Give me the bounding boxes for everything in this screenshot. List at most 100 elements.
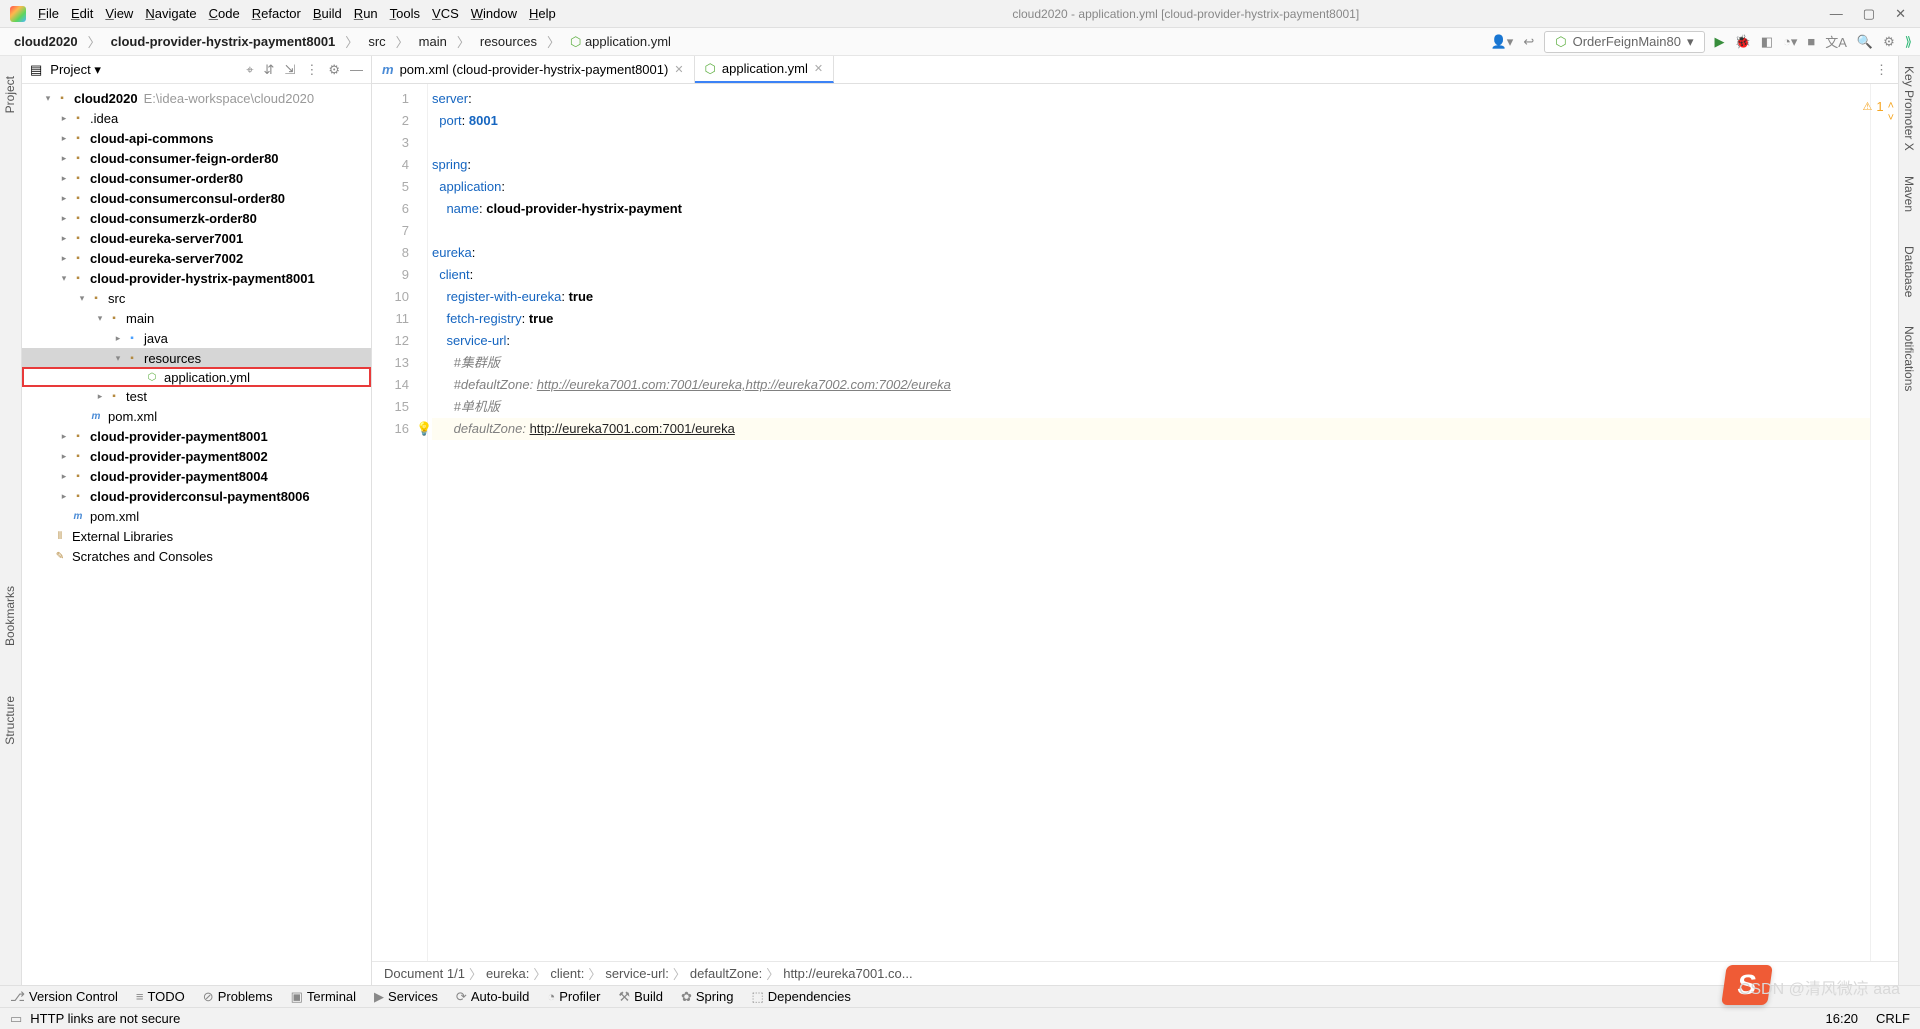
right-tab-notifications[interactable]: Notifications	[1902, 326, 1916, 391]
editor-crumb-item[interactable]: eureka:	[486, 966, 529, 981]
breadcrumb-item[interactable]: resources	[474, 34, 543, 49]
menu-tools[interactable]: Tools	[390, 6, 420, 21]
bottom-tool-spring[interactable]: ✿Spring	[681, 989, 733, 1005]
tab-close-icon[interactable]: ✕	[674, 63, 683, 76]
tree-item[interactable]: ▸▪cloud-providerconsul-payment8006	[22, 486, 371, 506]
translate-icon[interactable]: 文A	[1825, 32, 1847, 51]
bottom-tool-dependencies[interactable]: ⬚Dependencies	[751, 989, 850, 1005]
breadcrumb[interactable]: cloud2020〉cloud-provider-hystrix-payment…	[8, 32, 677, 51]
code-line[interactable]: fetch-registry: true​	[432, 308, 1870, 330]
breadcrumb-item[interactable]: main	[413, 34, 453, 49]
bottom-tool-build[interactable]: ⚒Build	[618, 989, 663, 1005]
breadcrumb-item[interactable]: ⬡ application.yml	[564, 34, 677, 50]
tree-item[interactable]: mpom.xml	[22, 506, 371, 526]
right-tab-database[interactable]: Database	[1902, 246, 1916, 297]
debug-icon[interactable]: 🐞	[1735, 34, 1751, 50]
tree-item[interactable]: ✎Scratches and Consoles	[22, 546, 371, 566]
code-line[interactable]: eureka:​	[432, 242, 1870, 264]
tree-item[interactable]: ▾▪src	[22, 288, 371, 308]
status-tool-icon[interactable]: ▭	[10, 1011, 22, 1027]
bottom-tool-auto-build[interactable]: ⟳Auto-build	[456, 989, 529, 1005]
menu-edit[interactable]: Edit	[71, 6, 93, 21]
code-line[interactable]: client:​	[432, 264, 1870, 286]
menu-view[interactable]: View	[105, 6, 133, 21]
tree-item[interactable]: ▸▪cloud-provider-payment8004	[22, 466, 371, 486]
cwm-icon[interactable]: ⟫	[1905, 34, 1912, 50]
locate-icon[interactable]: ⌖	[246, 62, 253, 78]
tree-item[interactable]: ▸▪cloud-consumerconsul-order80	[22, 188, 371, 208]
tree-item[interactable]: ⬡application.yml	[22, 367, 371, 387]
expand-all-icon[interactable]: ⇵	[264, 62, 275, 78]
project-tree[interactable]: ▾▪cloud2020E:\idea-workspace\cloud2020▸▪…	[22, 84, 371, 570]
breadcrumb-item[interactable]: cloud2020	[8, 34, 84, 49]
menu-refactor[interactable]: Refactor	[252, 6, 301, 21]
code-line[interactable]: service-url:​	[432, 330, 1870, 352]
tree-item[interactable]: ▸▪cloud-consumer-feign-order80	[22, 148, 371, 168]
code-line[interactable]: port: 8001​	[432, 110, 1870, 132]
code-line[interactable]: register-with-eureka: true​	[432, 286, 1870, 308]
status-caret-pos[interactable]: 16:20	[1826, 1011, 1859, 1026]
tab-close-icon[interactable]: ✕	[814, 62, 823, 75]
menu-window[interactable]: Window	[471, 6, 517, 21]
tree-item[interactable]: ▸▪cloud-consumer-order80	[22, 168, 371, 188]
editor-breadcrumb[interactable]: Document 1/1〉eureka:〉client:〉service-url…	[372, 961, 1898, 985]
tree-item[interactable]: ⫴External Libraries	[22, 526, 371, 546]
code-line[interactable]: #集群版​	[432, 352, 1870, 374]
right-tab-maven[interactable]: Maven	[1902, 176, 1916, 212]
code-line[interactable]: spring:​	[432, 154, 1870, 176]
editor-crumb-item[interactable]: client:	[550, 966, 584, 981]
right-tab-keypromoter[interactable]: Key Promoter X	[1902, 66, 1916, 151]
collapse-all-icon[interactable]: ⇲	[284, 62, 295, 78]
tree-item[interactable]: ▾▪cloud-provider-hystrix-payment8001	[22, 268, 371, 288]
tree-item[interactable]: ▾▪main	[22, 308, 371, 328]
bottom-tool-profiler[interactable]: ◔Profiler	[547, 989, 600, 1004]
tree-item[interactable]: ▸▪cloud-provider-payment8001	[22, 426, 371, 446]
maximize-icon[interactable]: ▢	[1863, 6, 1875, 22]
menu-navigate[interactable]: Navigate	[145, 6, 196, 21]
minimize-icon[interactable]: —	[1830, 6, 1843, 22]
code-line[interactable]: #defaultZone: http://eureka7001.com:7001…	[432, 374, 1870, 396]
close-icon[interactable]: ✕	[1895, 6, 1906, 22]
editor-tab[interactable]: mpom.xml (cloud-provider-hystrix-payment…	[372, 56, 695, 83]
back-icon[interactable]: ↩	[1523, 34, 1534, 50]
tree-item[interactable]: ▸▪cloud-api-commons	[22, 128, 371, 148]
tree-item[interactable]: ▾▪resources	[22, 348, 371, 368]
bottom-tool-terminal[interactable]: ▣Terminal	[291, 989, 356, 1005]
stop-icon[interactable]: ■	[1807, 34, 1815, 49]
tree-item[interactable]: ▸▪cloud-eureka-server7002	[22, 248, 371, 268]
editor-crumb-item[interactable]: defaultZone:	[690, 966, 762, 981]
tree-item[interactable]: ▸▪test	[22, 386, 371, 406]
tree-root[interactable]: ▾▪cloud2020E:\idea-workspace\cloud2020	[22, 88, 371, 108]
left-tab-bookmarks[interactable]: Bookmarks	[3, 586, 17, 646]
project-view-icon[interactable]: ▤	[30, 62, 42, 78]
search-icon[interactable]: 🔍	[1857, 34, 1873, 50]
hide-icon[interactable]: —	[350, 62, 363, 78]
menu-build[interactable]: Build	[313, 6, 342, 21]
menu-file[interactable]: File	[38, 6, 59, 21]
breadcrumb-item[interactable]: cloud-provider-hystrix-payment8001	[105, 34, 342, 49]
bottom-tool-services[interactable]: ▶Services	[374, 989, 438, 1005]
breadcrumb-item[interactable]: src	[362, 34, 391, 49]
profile-icon[interactable]: ◔▾	[1783, 34, 1797, 50]
code-line[interactable]: server:​	[432, 88, 1870, 110]
tree-item[interactable]: ▸▪cloud-consumerzk-order80	[22, 208, 371, 228]
menu-code[interactable]: Code	[209, 6, 240, 21]
coverage-icon[interactable]: ◧	[1761, 34, 1773, 50]
project-panel-title[interactable]: Project ▾	[50, 62, 101, 78]
editor-content[interactable]: server:​ port: 8001​​spring:​ applicatio…	[428, 84, 1870, 961]
warning-count[interactable]: ⚠ 1 ˄ ˅	[1862, 88, 1894, 124]
tree-item[interactable]: ▸▪.idea	[22, 108, 371, 128]
left-tab-structure[interactable]: Structure	[3, 696, 17, 745]
intention-bulb-icon[interactable]: 💡	[416, 418, 432, 440]
code-line[interactable]: #单机版​	[432, 396, 1870, 418]
editor-crumb-item[interactable]: service-url:	[605, 966, 669, 981]
bottom-tool-problems[interactable]: ⊘Problems	[203, 989, 273, 1005]
gear-icon[interactable]: ⚙	[1883, 34, 1895, 50]
bottom-tool-version-control[interactable]: ⎇Version Control	[10, 989, 118, 1005]
tree-item[interactable]: mpom.xml	[22, 406, 371, 426]
tree-item[interactable]: ▸▪cloud-provider-payment8002	[22, 446, 371, 466]
editor-crumb-item[interactable]: Document 1/1	[384, 966, 465, 981]
code-line[interactable]: ​	[432, 132, 1870, 154]
code-line[interactable]: 💡 defaultZone: http://eureka7001.com:700…	[432, 418, 1870, 440]
user-icon[interactable]: 👤▾	[1491, 34, 1514, 50]
